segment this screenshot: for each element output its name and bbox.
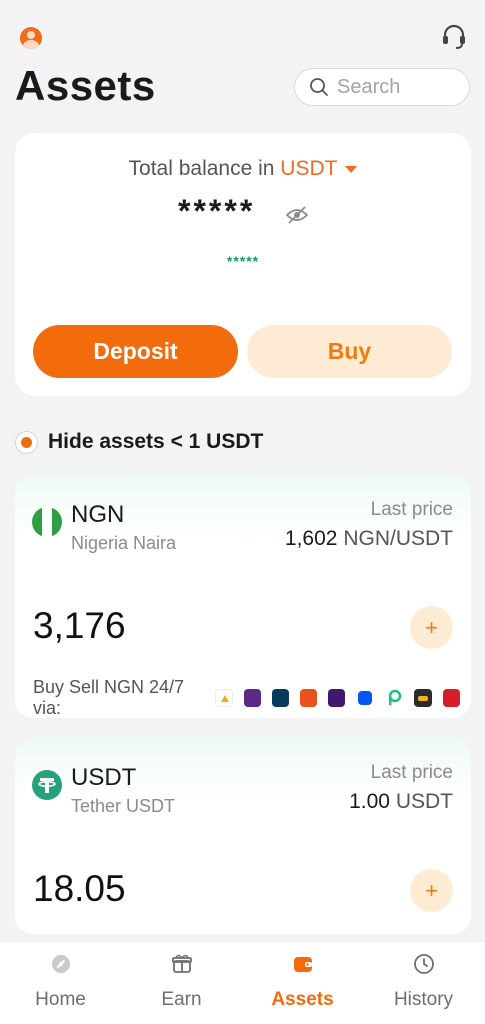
top-bar xyxy=(0,0,485,60)
avatar-body xyxy=(23,40,39,49)
asset-name: Tether USDT xyxy=(71,796,176,816)
balance-change: ***** xyxy=(226,253,260,269)
last-price-label: Last price xyxy=(370,762,453,783)
hide-assets-radio[interactable] xyxy=(15,430,38,454)
chevron-down-icon[interactable] xyxy=(345,165,358,173)
asset-code: USDT xyxy=(71,764,137,791)
balance-label: Total balance in xyxy=(128,157,275,180)
buy-button[interactable]: Buy xyxy=(247,325,452,378)
eye-off-icon[interactable] xyxy=(285,203,309,227)
provider-label: Buy Sell NGN 24/7 via: xyxy=(33,677,185,718)
balance-card: Total balance in USDT ***** ***** Deposi… xyxy=(15,133,471,396)
price-unit: USDT xyxy=(395,790,453,813)
profile-avatar-icon[interactable] xyxy=(20,27,42,49)
price-unit: NGN/USDT xyxy=(343,527,453,550)
search-icon xyxy=(310,78,328,96)
fcmb-icon[interactable] xyxy=(243,689,261,707)
radio-dot xyxy=(21,436,32,448)
provider-1-icon[interactable] xyxy=(214,689,233,707)
nav-assets[interactable]: Assets xyxy=(242,942,363,1024)
avatar-head xyxy=(27,31,35,39)
search-box[interactable] xyxy=(294,68,470,106)
page-title: Assets xyxy=(15,62,156,109)
history-icon xyxy=(414,954,434,974)
asset-name: Nigeria Naira xyxy=(71,533,177,553)
nav-earn[interactable]: Earn xyxy=(121,942,242,1024)
provider-row: Buy Sell NGN 24/7 via: xyxy=(33,677,471,719)
kuda-icon[interactable] xyxy=(328,689,346,707)
nigeria-flag-icon xyxy=(32,507,62,537)
nav-label: Assets xyxy=(271,989,334,1010)
add-asset-button[interactable]: + xyxy=(410,869,453,912)
nav-label: Earn xyxy=(161,989,202,1010)
earn-icon xyxy=(172,954,192,973)
home-icon xyxy=(52,955,70,973)
wallet-icon xyxy=(294,957,312,972)
tether-icon xyxy=(32,770,62,800)
balance-currency-selector[interactable]: Total balance in USDT xyxy=(15,157,471,181)
last-price-value: 1.00 USDT xyxy=(349,790,453,814)
asset-amount: 18.05 xyxy=(33,868,126,909)
nav-history[interactable]: History xyxy=(363,942,484,1024)
last-price-label: Last price xyxy=(370,499,453,520)
search-input[interactable] xyxy=(337,75,457,99)
asset-amount: 3,176 xyxy=(33,605,126,646)
nav-label: History xyxy=(393,989,454,1010)
asset-card-usdt[interactable]: USDT Tether USDT Last price 1.00 USDT 18… xyxy=(15,738,471,934)
balance-value: ***** xyxy=(178,193,256,229)
moniepoint-icon[interactable] xyxy=(356,689,375,707)
asset-code: NGN xyxy=(71,501,125,528)
headset-support-icon[interactable] xyxy=(440,23,468,51)
gtbank-icon[interactable] xyxy=(299,689,317,707)
price-number: 1.00 xyxy=(349,790,390,813)
nav-label: Home xyxy=(35,989,86,1010)
provider-8-icon[interactable] xyxy=(414,689,433,707)
palmpay-icon[interactable] xyxy=(385,689,404,707)
fidelity-icon[interactable] xyxy=(271,689,289,707)
balance-currency[interactable]: USDT xyxy=(280,157,337,180)
nav-home[interactable]: Home xyxy=(0,942,121,1024)
price-number: 1,602 xyxy=(284,527,338,550)
deposit-button[interactable]: Deposit xyxy=(33,325,238,378)
bottom-nav: Home Earn Assets History xyxy=(0,941,485,1024)
uba-icon[interactable] xyxy=(443,689,461,707)
asset-card-ngn[interactable]: NGN Nigeria Naira Last price 1,602 NGN/U… xyxy=(15,475,471,718)
hide-small-assets-toggle[interactable]: Hide assets < 1 USDT xyxy=(15,428,263,456)
last-price-value: 1,602 NGN/USDT xyxy=(285,527,453,551)
hide-assets-label: Hide assets < 1 USDT xyxy=(48,430,264,453)
add-asset-button[interactable]: + xyxy=(410,606,453,649)
